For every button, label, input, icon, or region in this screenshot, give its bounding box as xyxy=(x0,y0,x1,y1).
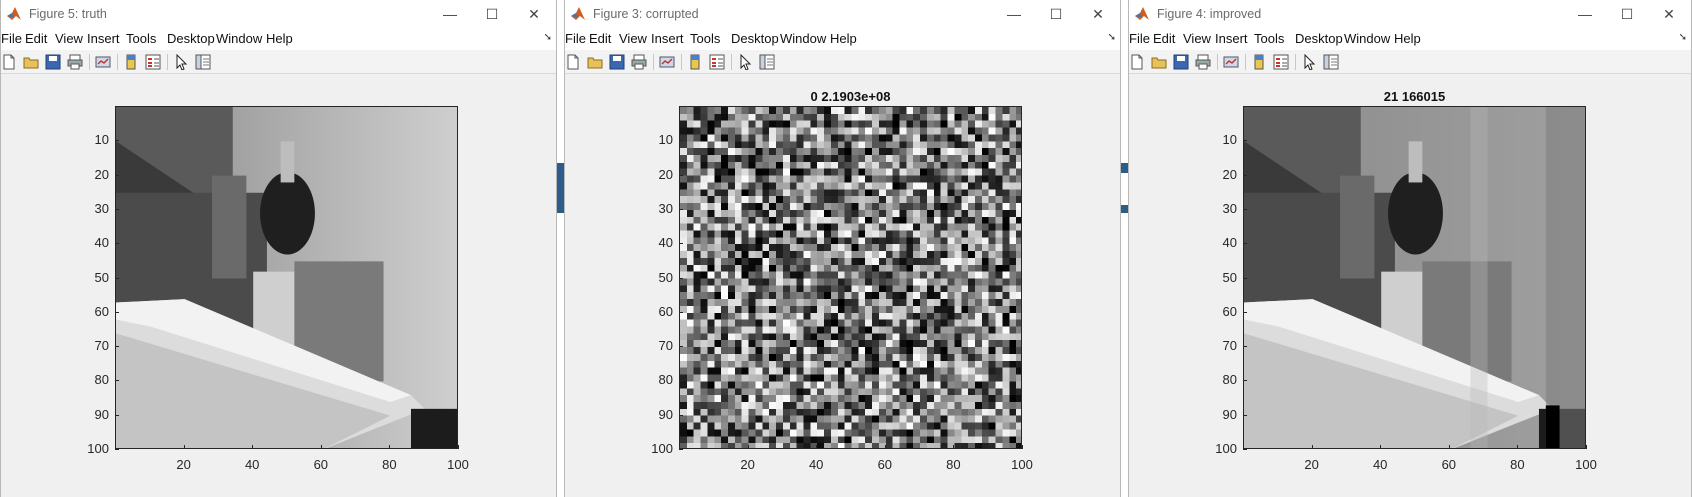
y-tick-label: 30 xyxy=(1222,200,1237,216)
y-tick-label: 90 xyxy=(94,406,109,422)
x-tick-label: 20 xyxy=(176,457,191,472)
x-tick-label: 100 xyxy=(1575,457,1597,472)
figure-window-improved[interactable]: Figure 4: improved — ☐ ✕ File Edit View Insert T… xyxy=(1128,0,1692,497)
y-tick-label: 70 xyxy=(1222,338,1237,354)
y-tick-label: 10 xyxy=(658,132,673,148)
y-tick-label: 50 xyxy=(658,269,673,285)
x-tick-label: 40 xyxy=(244,457,260,472)
image-corrupted xyxy=(679,106,1022,449)
y-tick-label: 90 xyxy=(658,406,673,422)
x-tick-label: 40 xyxy=(1372,457,1388,472)
x-tick-label: 20 xyxy=(1304,457,1319,472)
x-tick-label: 80 xyxy=(382,457,397,472)
y-tick-label: 30 xyxy=(658,200,673,216)
y-tick-label: 70 xyxy=(94,338,109,354)
image-truth xyxy=(115,106,458,449)
y-tick-label: 80 xyxy=(94,372,109,388)
plot-title: 21 166015 xyxy=(1383,89,1446,104)
image-improved xyxy=(1243,106,1586,449)
x-tick-label: 20 xyxy=(740,457,755,472)
axes[interactable]: 0 2.1903e+08 10 20 30 40 50 60 70 80 90 100 20 40 60 8… xyxy=(565,0,1120,497)
figure-window-corrupted[interactable]: Figure 3: corrupted — ☐ ✕ File Edit View Insert… xyxy=(564,0,1121,497)
y-tick-label: 70 xyxy=(658,338,673,354)
y-tick-label: 40 xyxy=(1222,235,1237,251)
y-tick-label: 60 xyxy=(658,303,673,319)
background-app-strip-2 xyxy=(1120,0,1128,497)
figure-window-truth[interactable]: Figure 5: truth — ☐ ✕ File Edit View Insert Tool… xyxy=(0,0,557,497)
background-accent-3 xyxy=(1120,205,1128,213)
background-app-strip xyxy=(556,0,564,497)
y-tick-label: 60 xyxy=(1222,303,1237,319)
x-tick-label: 60 xyxy=(313,457,329,472)
y-tick-label: 10 xyxy=(94,132,109,148)
axes[interactable]: 10 20 30 40 50 60 70 80 90 100 20 40 60 80 100 xyxy=(1,0,556,497)
y-tick-label: 20 xyxy=(1222,166,1237,182)
y-tick-label: 60 xyxy=(94,303,109,319)
y-tick-label: 20 xyxy=(658,166,673,182)
y-tick-label: 100 xyxy=(87,441,109,456)
x-tick-label: 60 xyxy=(877,457,893,472)
plot-title: 0 2.1903e+08 xyxy=(810,89,891,104)
x-tick-label: 80 xyxy=(946,457,961,472)
y-tick-label: 20 xyxy=(94,166,109,182)
y-tick-label: 80 xyxy=(658,372,673,388)
background-accent xyxy=(556,163,564,213)
y-tick-label: 10 xyxy=(1222,132,1237,148)
background-accent-2 xyxy=(1120,163,1128,173)
axes[interactable]: 21 166015 10 20 30 40 50 60 70 80 90 100 20 40 60 80 10… xyxy=(1129,0,1691,497)
y-tick-label: 50 xyxy=(1222,269,1237,285)
x-tick-label: 100 xyxy=(447,457,469,472)
y-tick-label: 50 xyxy=(94,269,109,285)
y-tick-label: 40 xyxy=(94,235,109,251)
x-tick-label: 80 xyxy=(1510,457,1525,472)
x-tick-label: 100 xyxy=(1011,457,1033,472)
y-tick-label: 90 xyxy=(1222,406,1237,422)
y-tick-label: 40 xyxy=(658,235,673,251)
y-tick-label: 80 xyxy=(1222,372,1237,388)
y-tick-label: 100 xyxy=(651,441,673,456)
y-tick-label: 30 xyxy=(94,200,109,216)
y-tick-label: 100 xyxy=(1215,441,1237,456)
x-tick-label: 60 xyxy=(1441,457,1457,472)
x-tick-label: 40 xyxy=(808,457,824,472)
